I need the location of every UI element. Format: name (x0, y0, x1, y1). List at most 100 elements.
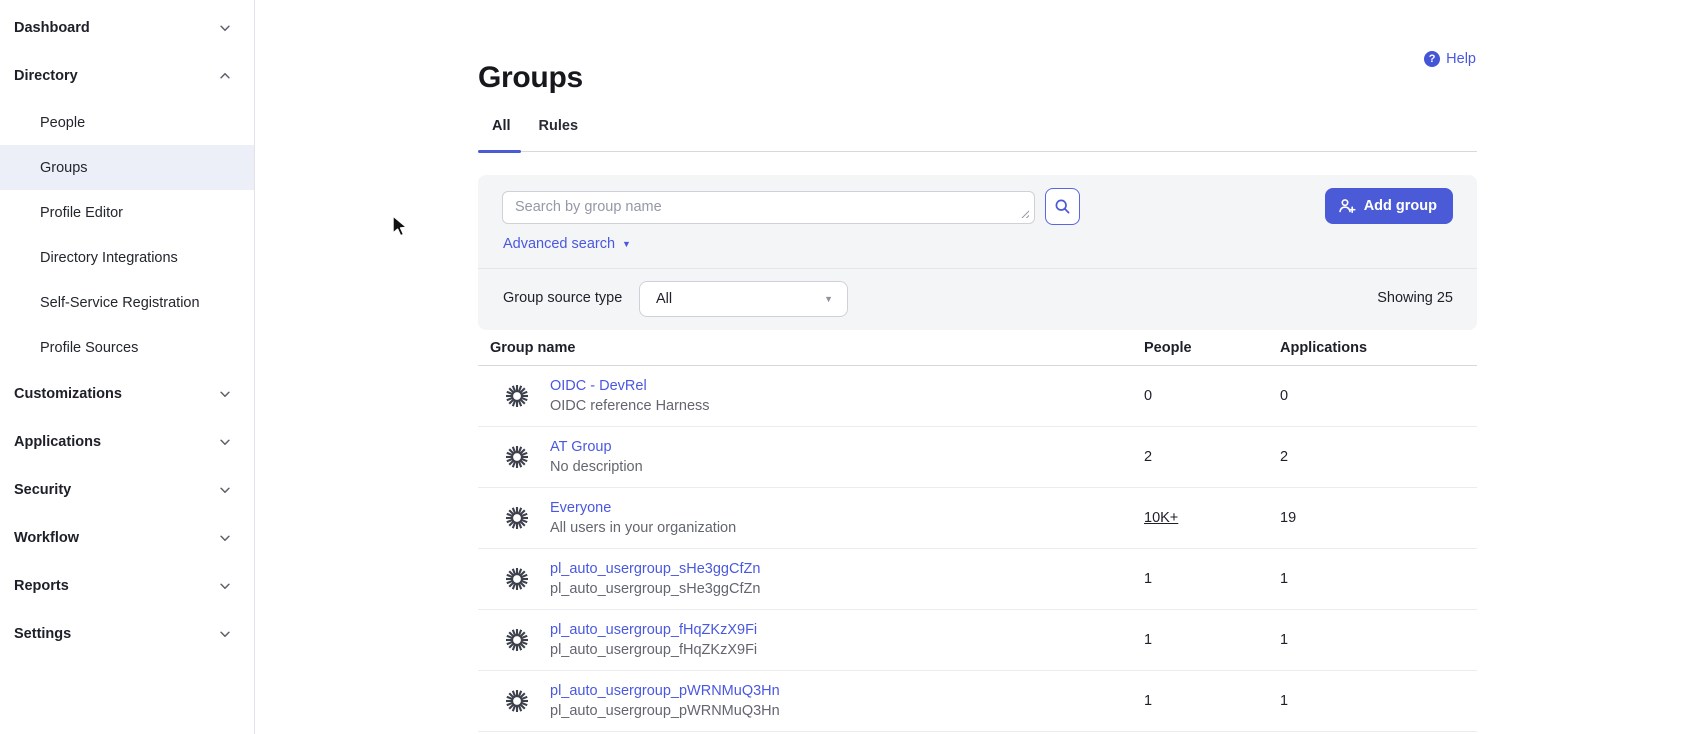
mouse-cursor (390, 214, 412, 238)
sidebar-item-dashboard[interactable]: Dashboard (0, 4, 254, 52)
group-icon (504, 383, 530, 409)
group-name-link[interactable]: pl_auto_usergroup_sHe3ggCfZn (550, 561, 1144, 577)
help-icon: ? (1424, 51, 1440, 67)
people-count: 1 (1144, 632, 1280, 648)
group-name-link[interactable]: OIDC - DevRel (550, 378, 1144, 394)
filter-panel: Advanced search ▼ Add group Group source… (478, 175, 1477, 330)
sidebar-item-people[interactable]: People (0, 100, 254, 145)
table-header: Group name People Applications (478, 330, 1477, 366)
sidebar-item-label: Reports (14, 578, 69, 594)
sidebar-item-label: Directory Integrations (40, 250, 178, 266)
sidebar-item-profile-sources[interactable]: Profile Sources (0, 325, 254, 370)
sidebar-item-label: Directory (14, 68, 78, 84)
sidebar-item-reports[interactable]: Reports (0, 562, 254, 610)
sidebar-item-directory[interactable]: Directory (0, 52, 254, 100)
group-description: pl_auto_usergroup_fHqZKzX9Fi (550, 642, 1144, 658)
add-group-button[interactable]: Add group (1325, 188, 1453, 224)
sidebar-item-self-service-registration[interactable]: Self-Service Registration (0, 280, 254, 325)
chevron-down-icon (218, 627, 232, 641)
group-description: No description (550, 459, 1144, 475)
showing-count: Showing 25 (1377, 290, 1453, 306)
group-name-link[interactable]: pl_auto_usergroup_fHqZKzX9Fi (550, 622, 1144, 638)
help-link[interactable]: ? Help (1424, 51, 1476, 67)
tab-bar: All Rules (478, 110, 1477, 152)
groups-table: Group name People Applications OIDC - De… (478, 330, 1477, 732)
help-label: Help (1446, 51, 1476, 67)
sidebar-item-settings[interactable]: Settings (0, 610, 254, 658)
group-name-link[interactable]: pl_auto_usergroup_pWRNMuQ3Hn (550, 683, 1144, 699)
group-icon (504, 566, 530, 592)
sidebar-item-workflow[interactable]: Workflow (0, 514, 254, 562)
chevron-down-icon (218, 579, 232, 593)
people-count: 0 (1144, 388, 1280, 404)
group-icon (504, 688, 530, 714)
page-title: Groups (478, 61, 583, 95)
group-icon (504, 444, 530, 470)
search-field-wrap (502, 191, 1035, 224)
advanced-search-label: Advanced search (503, 236, 615, 252)
sidebar-item-groups[interactable]: Groups (0, 145, 254, 190)
sidebar-item-label: Dashboard (14, 20, 90, 36)
caret-down-icon: ▼ (622, 239, 631, 249)
applications-count: 0 (1280, 388, 1477, 404)
column-group-name: Group name (478, 340, 1144, 356)
search-section: Advanced search ▼ Add group (478, 175, 1477, 269)
search-button[interactable] (1045, 188, 1080, 225)
sidebar-item-label: Security (14, 482, 71, 498)
table-row[interactable]: OIDC - DevRel OIDC reference Harness 0 0 (478, 366, 1477, 427)
chevron-down-icon (218, 531, 232, 545)
add-group-icon (1338, 198, 1356, 214)
sidebar-item-label: Customizations (14, 386, 122, 402)
group-description: OIDC reference Harness (550, 398, 1144, 414)
source-type-section: Group source type All ▼ Showing 25 (478, 269, 1477, 329)
chevron-down-icon (218, 21, 232, 35)
table-row[interactable]: Everyone All users in your organization … (478, 488, 1477, 549)
group-description: All users in your organization (550, 520, 1144, 536)
sidebar-item-security[interactable]: Security (0, 466, 254, 514)
group-description: pl_auto_usergroup_pWRNMuQ3Hn (550, 703, 1144, 719)
group-icon (504, 627, 530, 653)
table-row[interactable]: pl_auto_usergroup_fHqZKzX9Fi pl_auto_use… (478, 610, 1477, 671)
sidebar-item-label: Profile Editor (40, 205, 123, 221)
source-type-select[interactable]: All ▼ (639, 281, 848, 317)
source-type-label: Group source type (503, 290, 622, 306)
people-count-link[interactable]: 10K+ (1144, 510, 1178, 526)
main-content: Groups ? Help All Rules Advanced search … (478, 0, 1477, 734)
applications-count: 1 (1280, 632, 1477, 648)
chevron-down-icon (218, 387, 232, 401)
chevron-down-icon (218, 483, 232, 497)
applications-count: 1 (1280, 693, 1477, 709)
search-icon (1054, 198, 1071, 215)
group-name-link[interactable]: AT Group (550, 439, 1144, 455)
chevron-down-icon (218, 435, 232, 449)
add-group-label: Add group (1364, 198, 1437, 214)
sidebar-item-profile-editor[interactable]: Profile Editor (0, 190, 254, 235)
table-row[interactable]: pl_auto_usergroup_pWRNMuQ3Hn pl_auto_use… (478, 671, 1477, 732)
advanced-search-link[interactable]: Advanced search ▼ (503, 236, 631, 252)
column-applications: Applications (1280, 340, 1477, 356)
sidebar-item-label: Settings (14, 626, 71, 642)
sidebar-item-label: Groups (40, 160, 88, 176)
search-input[interactable] (502, 191, 1035, 224)
sidebar-item-applications[interactable]: Applications (0, 418, 254, 466)
column-people: People (1144, 340, 1280, 356)
source-type-value: All (656, 291, 672, 307)
table-row[interactable]: pl_auto_usergroup_sHe3ggCfZn pl_auto_use… (478, 549, 1477, 610)
sidebar-item-label: Profile Sources (40, 340, 138, 356)
caret-down-icon: ▼ (824, 294, 833, 304)
table-row[interactable]: AT Group No description 2 2 (478, 427, 1477, 488)
sidebar-item-label: Self-Service Registration (40, 295, 200, 311)
applications-count: 19 (1280, 510, 1477, 526)
sidebar-item-customizations[interactable]: Customizations (0, 370, 254, 418)
group-icon (504, 505, 530, 531)
tab-rules[interactable]: Rules (537, 110, 581, 152)
sidebar-item-label: Workflow (14, 530, 79, 546)
sidebar: Dashboard Directory People Groups Profil… (0, 0, 255, 734)
sidebar-item-label: Applications (14, 434, 101, 450)
tab-all[interactable]: All (490, 110, 513, 152)
group-description: pl_auto_usergroup_sHe3ggCfZn (550, 581, 1144, 597)
chevron-up-icon (218, 69, 232, 83)
group-name-link[interactable]: Everyone (550, 500, 1144, 516)
sidebar-item-directory-integrations[interactable]: Directory Integrations (0, 235, 254, 280)
applications-count: 1 (1280, 571, 1477, 587)
